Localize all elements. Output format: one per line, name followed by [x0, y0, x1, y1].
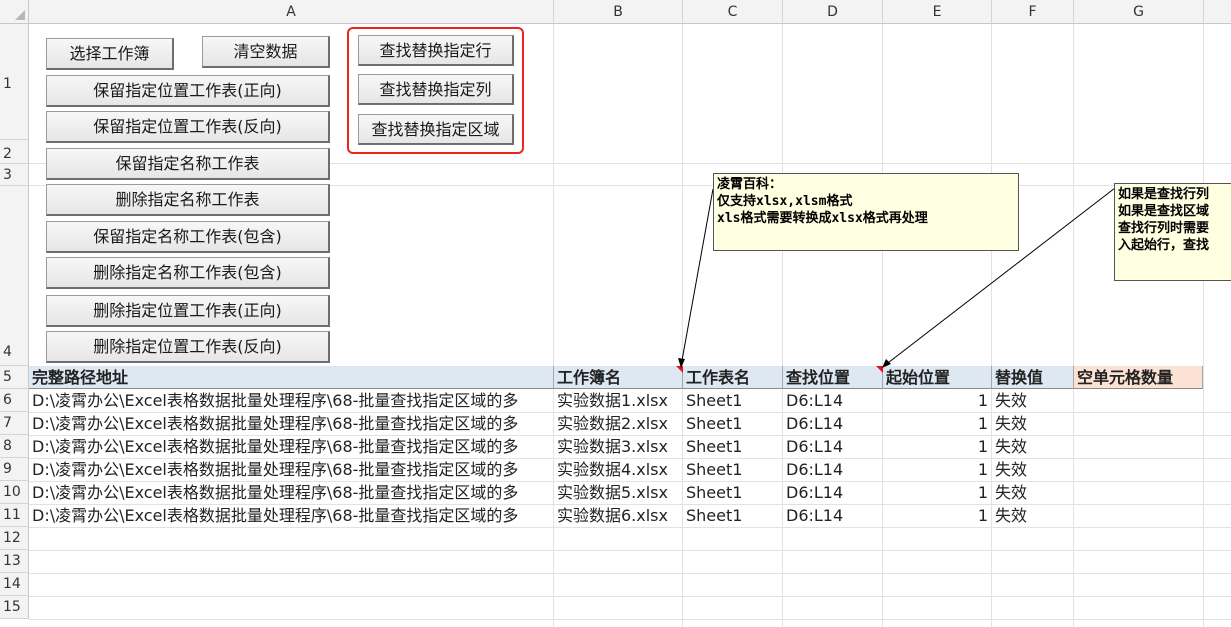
comment-connector-lines	[678, 187, 1116, 368]
comment-note-format[interactable]: 凌霄百科： 仅支持xlsx,xlsm格式 xls格式需要转换成xlsx格式再处理	[713, 173, 1019, 251]
comment-note-find-mode[interactable]: 如果是查找行列 如果是查找区域 查找行列时需要 入起始行，查找	[1114, 183, 1231, 281]
